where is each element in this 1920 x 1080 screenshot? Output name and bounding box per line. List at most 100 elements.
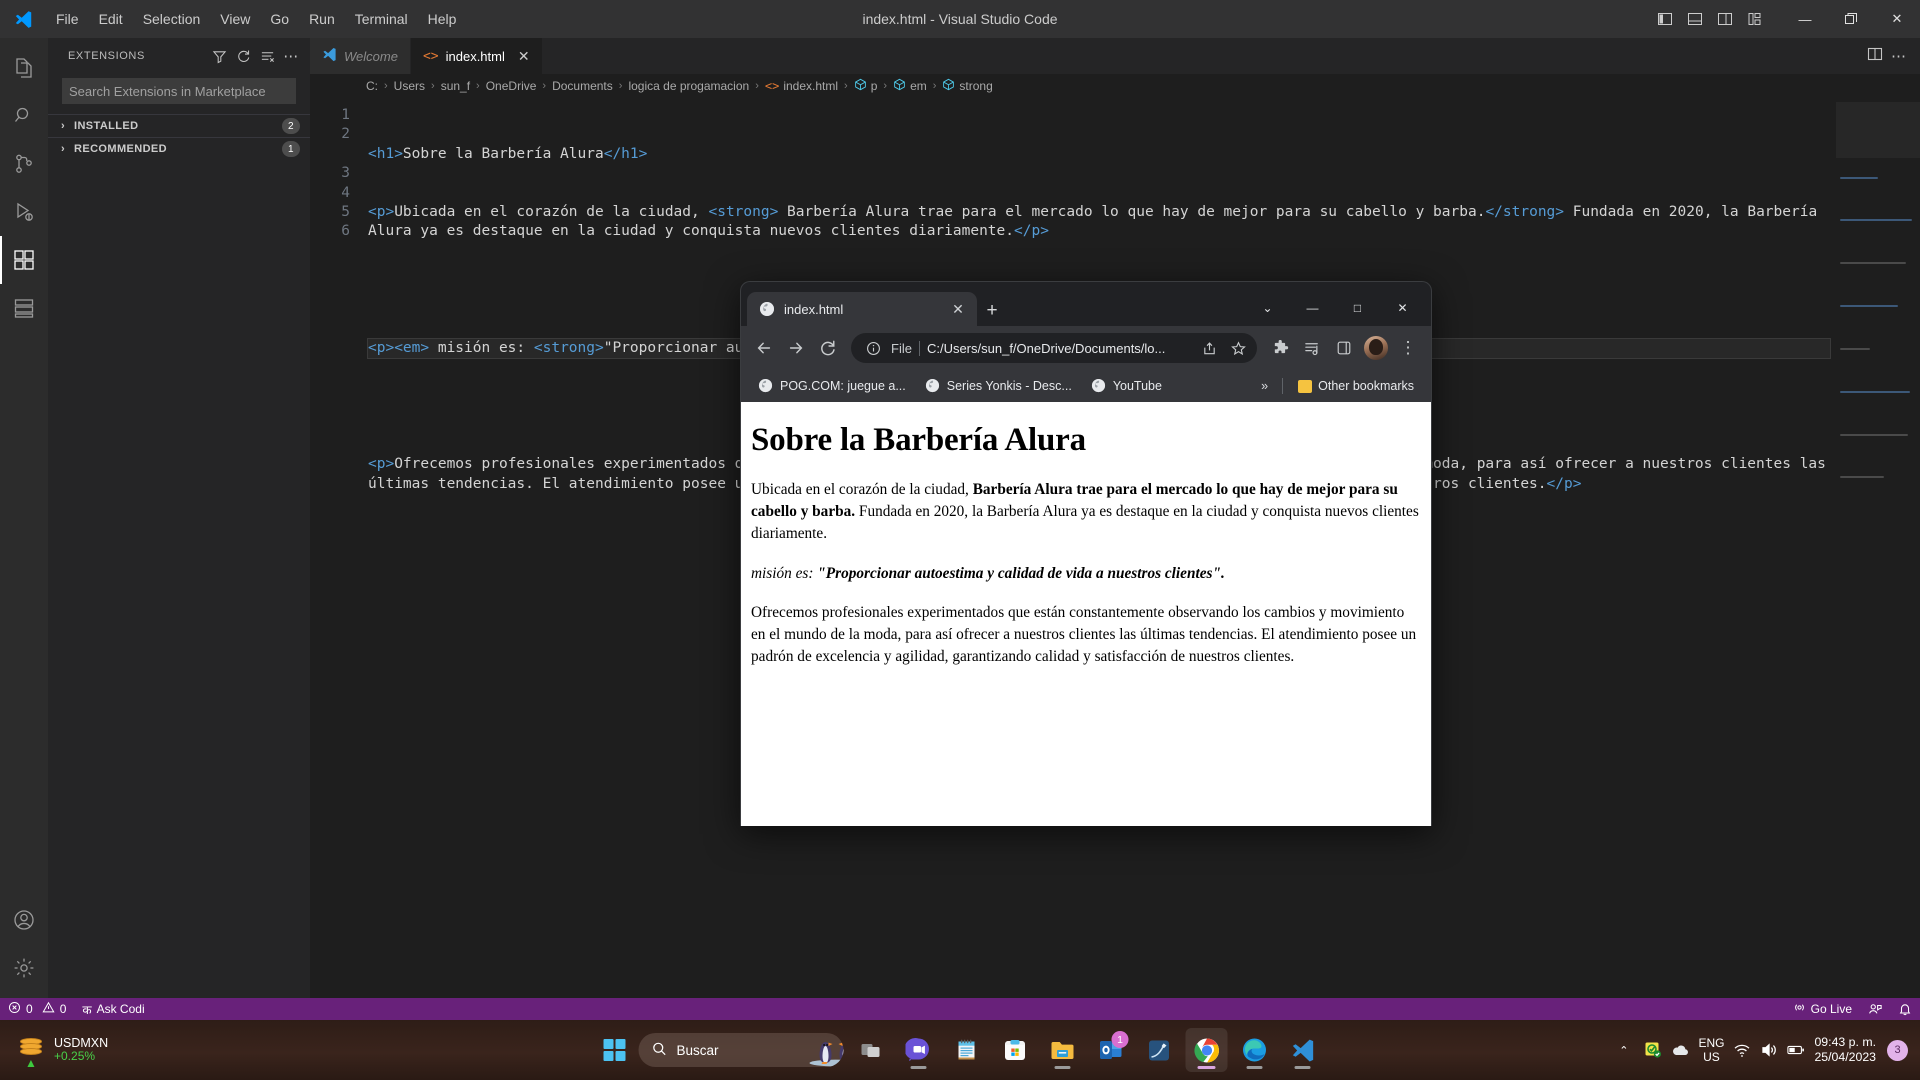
menu-help[interactable]: Help <box>418 7 467 31</box>
outlook-button[interactable]: 1 <box>1090 1028 1132 1072</box>
microsoft-store-button[interactable] <box>994 1028 1036 1072</box>
chrome-maximize-button[interactable]: □ <box>1335 290 1380 326</box>
bookmarks-overflow-button[interactable]: » <box>1255 377 1274 395</box>
reload-button[interactable] <box>813 333 843 363</box>
chrome-minimize-button[interactable]: — <box>1290 290 1335 326</box>
breadcrumb-users[interactable]: Users <box>394 79 425 93</box>
back-button[interactable] <box>749 333 779 363</box>
onedrive-tray-icon[interactable] <box>1671 1041 1689 1059</box>
activity-accounts[interactable] <box>0 896 48 944</box>
search-extensions-input[interactable] <box>62 78 296 104</box>
task-view-button[interactable] <box>850 1028 892 1072</box>
show-hidden-icons-button[interactable]: ⌃ <box>1612 1040 1635 1061</box>
filter-icon[interactable] <box>208 45 230 67</box>
chrome-tab-close-icon[interactable]: ✕ <box>949 301 967 318</box>
more-actions-icon[interactable]: ⋯ <box>280 45 302 67</box>
editor-more-actions-icon[interactable]: ⋯ <box>1891 47 1906 65</box>
sidebar-section-installed[interactable]: › INSTALLED 2 <box>48 114 310 137</box>
minimap-slider[interactable] <box>1836 102 1920 158</box>
activity-source-control[interactable] <box>0 140 48 188</box>
breadcrumb-documents[interactable]: Documents <box>552 79 613 93</box>
tab-index-html[interactable]: <> index.html ✕ <box>410 38 543 74</box>
toggle-secondary-sidebar-icon[interactable] <box>1712 6 1738 32</box>
bookmark-star-icon[interactable] <box>1227 337 1249 359</box>
breadcrumb-symbol-p[interactable]: p <box>854 78 877 94</box>
chrome-tab-search-button[interactable]: ⌄ <box>1245 290 1290 326</box>
teams-button[interactable] <box>898 1028 940 1072</box>
breadcrumb-folder[interactable]: logica de progamacion <box>628 79 749 93</box>
window-restore-button[interactable] <box>1828 0 1874 38</box>
live-share-button[interactable] <box>1860 1002 1890 1016</box>
activity-run-and-debug[interactable] <box>0 188 48 236</box>
split-editor-icon[interactable] <box>1867 46 1883 67</box>
activity-extensions[interactable] <box>0 236 48 284</box>
breadcrumb-sun-f[interactable]: sun_f <box>441 79 470 93</box>
activity-manage-settings[interactable] <box>0 944 48 992</box>
volume-icon[interactable] <box>1760 1041 1778 1059</box>
file-explorer-button[interactable] <box>1042 1028 1084 1072</box>
sidebar-section-recommended[interactable]: › RECOMMENDED 1 <box>48 137 310 160</box>
activity-remote-explorer[interactable] <box>0 284 48 332</box>
breadcrumb-file[interactable]: <> index.html <box>765 79 838 93</box>
problems-status[interactable]: 0 0 <box>0 998 74 1020</box>
menu-terminal[interactable]: Terminal <box>345 7 418 31</box>
battery-icon[interactable] <box>1787 1041 1805 1059</box>
vscode-button[interactable] <box>1282 1028 1324 1072</box>
address-bar[interactable]: File C:/Users/sun_f/OneDrive/Documents/l… <box>851 333 1257 363</box>
new-tab-button[interactable]: + <box>977 296 1007 326</box>
notepad-button[interactable] <box>946 1028 988 1072</box>
bookmark-item[interactable]: YouTube <box>1084 375 1169 397</box>
clock[interactable]: 09:43 p. m. 25/04/2023 <box>1814 1035 1878 1066</box>
tab-welcome[interactable]: Welcome <box>310 38 411 74</box>
other-bookmarks-button[interactable]: Other bookmarks <box>1291 376 1421 396</box>
chrome-tab-index-html[interactable]: index.html ✕ <box>747 292 977 326</box>
side-panel-icon[interactable] <box>1329 333 1359 363</box>
activity-search[interactable] <box>0 92 48 140</box>
refresh-icon[interactable] <box>232 45 254 67</box>
breadcrumb-onedrive[interactable]: OneDrive <box>486 79 537 93</box>
toggle-primary-sidebar-icon[interactable] <box>1652 6 1678 32</box>
menu-selection[interactable]: Selection <box>133 7 211 31</box>
extensions-puzzle-icon[interactable] <box>1265 333 1295 363</box>
bookmark-item[interactable]: POG.COM: juegue a... <box>751 375 913 397</box>
breadcrumb-c[interactable]: C: <box>366 79 378 93</box>
info-circle-icon[interactable] <box>862 337 884 359</box>
window-minimize-button[interactable]: — <box>1782 0 1828 38</box>
chrome-menu-icon[interactable]: ⋮ <box>1393 333 1423 363</box>
reading-list-icon[interactable] <box>1297 333 1327 363</box>
ms-paint-button[interactable] <box>1138 1028 1180 1072</box>
edge-button[interactable] <box>1234 1028 1276 1072</box>
notification-count-badge[interactable]: 3 <box>1887 1039 1908 1061</box>
share-icon[interactable] <box>1198 337 1220 359</box>
web-page-viewport[interactable]: Sobre la Barbería Alura Ubicada en el co… <box>741 402 1431 826</box>
menu-view[interactable]: View <box>210 7 260 31</box>
customize-layout-icon[interactable] <box>1742 6 1768 32</box>
language-indicator[interactable]: ENG US <box>1698 1036 1724 1064</box>
bookmark-item[interactable]: Series Yonkis - Desc... <box>918 375 1079 397</box>
menu-edit[interactable]: Edit <box>89 7 133 31</box>
window-close-button[interactable]: ✕ <box>1874 0 1920 38</box>
go-live-button[interactable]: Go Live <box>1785 1001 1860 1017</box>
antivirus-tray-icon[interactable] <box>1644 1041 1662 1059</box>
ask-codi-button[interactable]: क Ask Codi <box>74 998 152 1020</box>
notifications-bell-icon[interactable] <box>1890 1002 1920 1016</box>
menu-go[interactable]: Go <box>260 7 299 31</box>
tab-close-icon[interactable]: ✕ <box>518 49 530 63</box>
clear-search-results-icon[interactable] <box>256 45 278 67</box>
menu-file[interactable]: File <box>46 7 89 31</box>
wifi-icon[interactable] <box>1733 1041 1751 1059</box>
activity-explorer[interactable] <box>0 44 48 92</box>
chrome-button[interactable] <box>1185 1028 1228 1072</box>
chrome-close-button[interactable]: ✕ <box>1380 290 1425 326</box>
menu-run[interactable]: Run <box>299 7 345 31</box>
toggle-panel-icon[interactable] <box>1682 6 1708 32</box>
profile-avatar[interactable] <box>1364 336 1388 360</box>
breadcrumb-symbol-em[interactable]: em <box>893 78 927 94</box>
url-text[interactable]: C:/Users/sun_f/OneDrive/Documents/lo... <box>927 341 1191 356</box>
stock-widget[interactable]: ▲ USDMXN +0.25% <box>0 1036 210 1070</box>
taskbar-search[interactable]: Buscar <box>638 1033 844 1067</box>
editor-minimap[interactable] <box>1836 98 1920 998</box>
breadcrumb-symbol-strong[interactable]: strong <box>942 78 993 94</box>
forward-button[interactable] <box>781 333 811 363</box>
start-button[interactable] <box>597 1032 633 1068</box>
